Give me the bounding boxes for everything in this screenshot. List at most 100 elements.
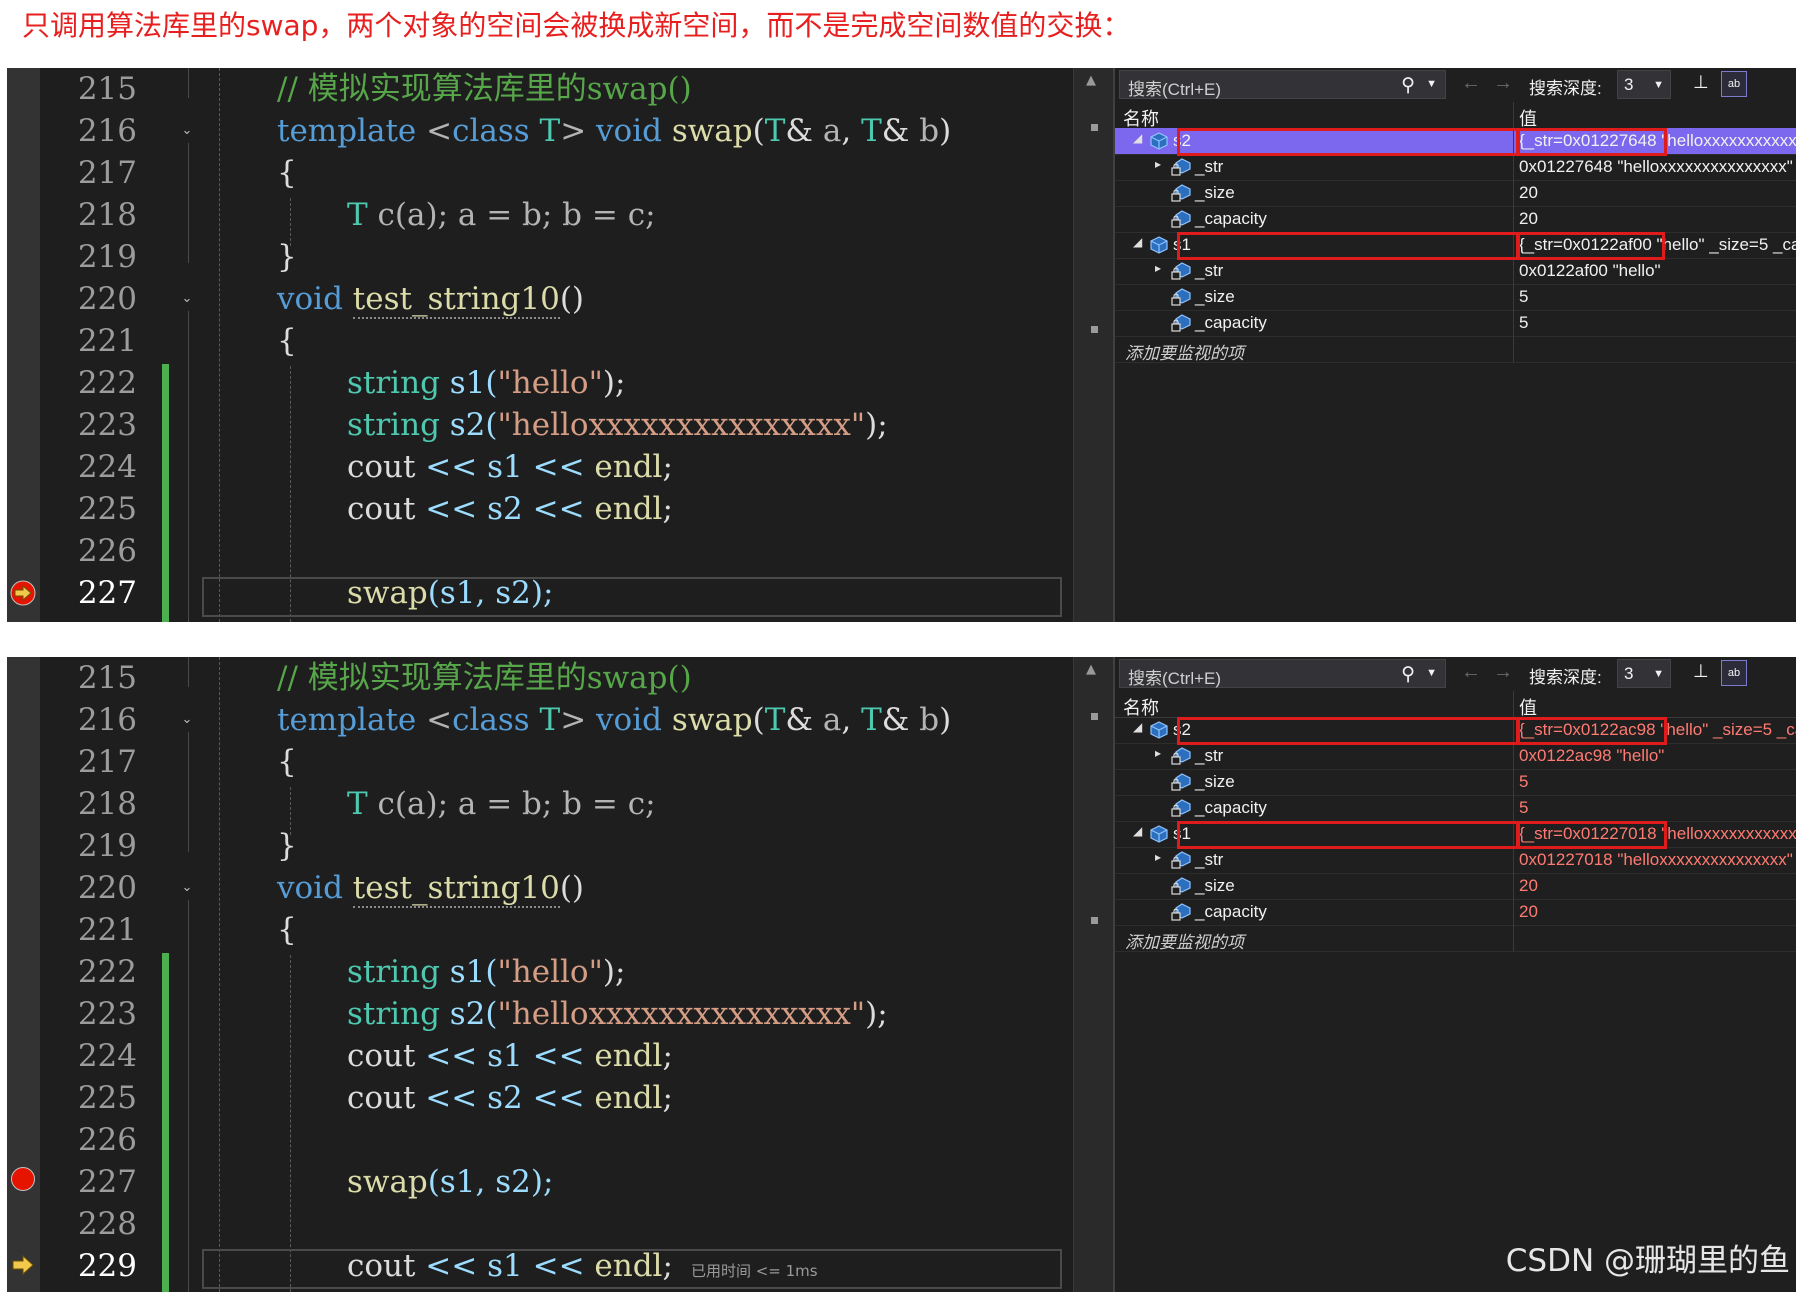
add-watch-row[interactable]: 添加要监视的项 xyxy=(1115,925,1796,952)
line-number-current: 227 xyxy=(77,575,137,611)
editor-vertical-scrollbar[interactable]: ▲ xyxy=(1073,657,1114,1292)
search-forward-arrow-icon[interactable]: → xyxy=(1493,72,1513,95)
collapse-triangle-icon[interactable]: ◢ xyxy=(1133,131,1142,145)
add-watch-row[interactable]: 添加要监视的项 xyxy=(1115,336,1796,363)
search-icon[interactable]: ⚲ xyxy=(1401,663,1415,686)
fold-chevron-icon[interactable]: ⌄ xyxy=(179,880,195,896)
watch-row-capacity[interactable]: _capacity 5 xyxy=(1115,795,1796,822)
search-icon[interactable]: ⚲ xyxy=(1401,74,1415,97)
object-icon xyxy=(1150,236,1168,254)
indent-guide xyxy=(290,955,291,1292)
line-number: 228 xyxy=(77,1206,137,1242)
fold-chevron-icon[interactable]: ⌄ xyxy=(179,712,195,728)
watch-value: 20 xyxy=(1519,902,1538,921)
watch-value: 5 xyxy=(1519,798,1529,817)
watch-row-str[interactable]: ▸ _str 0x01227018 "helloxxxxxxxxxxxxxxx" xyxy=(1115,847,1796,874)
watch-name: _str xyxy=(1195,850,1224,869)
add-watch-placeholder: 添加要监视的项 xyxy=(1125,933,1244,952)
column-splitter xyxy=(1513,206,1514,232)
column-splitter xyxy=(1513,258,1514,284)
watch-row-size[interactable]: _size 20 xyxy=(1115,180,1796,207)
hex-display-icon[interactable]: ab xyxy=(1721,71,1747,97)
search-depth-select[interactable]: 3 ▼ xyxy=(1617,659,1671,688)
search-depth-value: 3 xyxy=(1624,75,1634,94)
line-number-current: 229 xyxy=(77,1248,137,1284)
expand-triangle-icon[interactable]: ▸ xyxy=(1155,746,1161,760)
search-placeholder: 搜索(Ctrl+E) xyxy=(1128,80,1222,99)
search-forward-arrow-icon[interactable]: → xyxy=(1493,661,1513,684)
code-line: string s1("hello"); xyxy=(347,954,626,990)
expand-triangle-icon[interactable]: ▸ xyxy=(1155,261,1161,275)
expand-triangle-icon[interactable]: ▸ xyxy=(1155,850,1161,864)
scroll-marker xyxy=(1091,124,1098,131)
line-number: 222 xyxy=(77,365,137,401)
chevron-down-icon[interactable]: ▼ xyxy=(1426,78,1437,90)
column-splitter xyxy=(1513,847,1514,873)
indent-guide xyxy=(219,657,220,1292)
fold-line xyxy=(188,732,189,852)
fold-chevron-icon[interactable]: ⌄ xyxy=(179,123,195,139)
search-depth-label: 搜索深度: xyxy=(1529,79,1602,98)
watch-row-size[interactable]: _size 5 xyxy=(1115,769,1796,796)
glyph-margin[interactable] xyxy=(7,657,40,1292)
scroll-up-arrow-icon[interactable]: ▲ xyxy=(1086,73,1096,88)
private-field-icon xyxy=(1171,877,1191,895)
code-editor[interactable]: 215 216 217 218 219 220 221 222 223 224 … xyxy=(7,68,1073,622)
watch-row-capacity[interactable]: _capacity 20 xyxy=(1115,206,1796,233)
breakpoint-icon[interactable] xyxy=(11,1167,35,1191)
debugger-screenshot-after: 215 216 217 218 219 220 221 222 223 224 … xyxy=(7,657,1796,1292)
search-back-arrow-icon[interactable]: ← xyxy=(1461,661,1481,684)
watch-row-str[interactable]: ▸ _str 0x01227648 "helloxxxxxxxxxxxxxxx" xyxy=(1115,154,1796,181)
pin-icon[interactable]: ⊥ xyxy=(1693,72,1709,93)
caption-text: 只调用算法库里的swap，两个对象的空间会被换成新空间，而不是完成空间数值的交换… xyxy=(22,9,1131,42)
watch-row-size[interactable]: _size 20 xyxy=(1115,873,1796,900)
scroll-marker xyxy=(1091,326,1098,333)
editor-vertical-scrollbar[interactable]: ▲ xyxy=(1073,68,1114,622)
watch-row-str[interactable]: ▸ _str 0x0122ac98 "hello" xyxy=(1115,743,1796,770)
watch-row-str[interactable]: ▸ _str 0x0122af00 "hello" xyxy=(1115,258,1796,285)
line-number: 222 xyxy=(77,954,137,990)
watch-search-input[interactable]: 搜索(Ctrl+E) ⚲ ▼ xyxy=(1119,70,1446,99)
watch-window: 搜索(Ctrl+E) ⚲ ▼ ← → 搜索深度: 3 ▼ ⊥ ab 名称 值 ◢… xyxy=(1113,657,1796,1292)
line-number: 220 xyxy=(77,870,137,906)
line-number: 226 xyxy=(77,533,137,569)
fold-line xyxy=(188,311,189,622)
code-editor[interactable]: 215 216 217 218 219 220 221 222 223 224 … xyxy=(7,657,1073,1292)
code-line: swap(s1, s2); xyxy=(347,1164,554,1200)
pin-icon[interactable]: ⊥ xyxy=(1693,661,1709,682)
code-line: cout << s2 << endl; xyxy=(347,1080,673,1116)
collapse-triangle-icon[interactable]: ◢ xyxy=(1133,720,1142,734)
highlight-box xyxy=(1177,717,1519,745)
collapse-triangle-icon[interactable]: ◢ xyxy=(1133,235,1142,249)
column-splitter xyxy=(1513,336,1514,362)
chevron-down-icon[interactable]: ▼ xyxy=(1426,667,1437,679)
elapsed-time-hint[interactable]: 已用时间 <= 1ms xyxy=(691,1262,818,1280)
watch-value: 20 xyxy=(1519,183,1538,202)
fold-line xyxy=(188,68,189,98)
glyph-margin[interactable] xyxy=(7,68,40,622)
code-line: cout << s1 << endl; xyxy=(347,449,673,485)
line-number: 225 xyxy=(77,491,137,527)
search-placeholder: 搜索(Ctrl+E) xyxy=(1128,669,1222,688)
hex-display-icon[interactable]: ab xyxy=(1721,660,1747,686)
collapse-triangle-icon[interactable]: ◢ xyxy=(1133,824,1142,838)
fold-chevron-icon[interactable]: ⌄ xyxy=(179,291,195,307)
code-line: { xyxy=(277,323,297,359)
column-splitter xyxy=(1513,925,1514,951)
code-line: void test_string10() xyxy=(277,870,585,908)
search-back-arrow-icon[interactable]: ← xyxy=(1461,72,1481,95)
column-splitter[interactable] xyxy=(1513,102,1514,128)
watch-search-input[interactable]: 搜索(Ctrl+E) ⚲ ▼ xyxy=(1119,659,1446,688)
watch-row-capacity[interactable]: _capacity 5 xyxy=(1115,310,1796,337)
column-splitter[interactable] xyxy=(1513,691,1514,717)
search-depth-select[interactable]: 3 ▼ xyxy=(1617,70,1671,99)
line-number: 220 xyxy=(77,281,137,317)
watch-value: 0x01227018 "helloxxxxxxxxxxxxxxx" xyxy=(1519,850,1793,869)
watch-row-size[interactable]: _size 5 xyxy=(1115,284,1796,311)
watch-row-capacity[interactable]: _capacity 20 xyxy=(1115,899,1796,926)
scroll-up-arrow-icon[interactable]: ▲ xyxy=(1086,662,1096,677)
code-line-current: cout << s1 << endl; 已用时间 <= 1ms xyxy=(347,1248,818,1284)
expand-triangle-icon[interactable]: ▸ xyxy=(1155,157,1161,171)
line-number: 224 xyxy=(77,449,137,485)
watch-name: _capacity xyxy=(1195,798,1267,817)
